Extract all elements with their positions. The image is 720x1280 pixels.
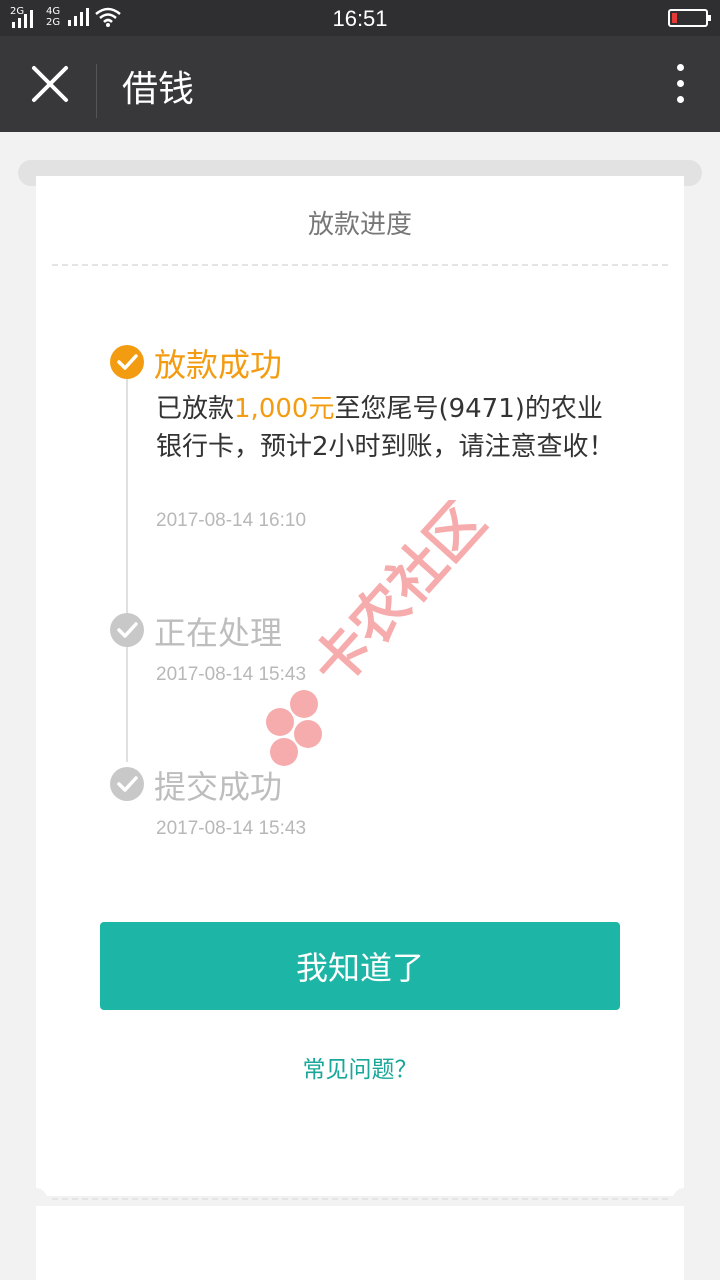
battery-level [672,13,677,23]
step-title-submitted: 提交成功 [154,768,283,806]
nav-divider [96,64,97,118]
step-description-disbursed: 已放款1,000元至您尾号(9471)的农业银行卡，预计2小时到账，请注意查收！ [156,390,616,466]
loan-amount: 1,000元 [234,394,335,424]
next-card [36,1198,684,1280]
card-divider-bottom [52,1198,668,1200]
check-circle-icon [109,766,145,802]
battery-low-icon [668,9,711,27]
status-bar: 2G 4G 2G 16:51 [0,0,720,36]
nav-bar: 借钱 [0,36,720,132]
check-circle-icon-active [109,344,145,380]
status-time: 16:51 [332,6,388,31]
timeline-line [126,378,128,762]
step-time-disbursed: 2017-08-14 16:10 [156,510,307,531]
page-title: 借钱 [122,69,195,110]
loan-progress-card: 放款进度 放款成功 已放款1,000元至您尾号(9471)的农业银行卡，预计2小… [36,176,684,1196]
card-divider [52,264,668,266]
more-vertical-icon[interactable] [672,64,688,108]
step-title-disbursed: 放款成功 [154,346,283,384]
desc-prefix: 已放款 [156,394,235,424]
check-circle-icon [109,612,145,648]
close-icon[interactable] [28,62,72,106]
card-title: 放款进度 [307,210,412,240]
step-time-processing: 2017-08-14 15:43 [156,664,307,685]
step-time-submitted: 2017-08-14 15:43 [156,818,307,839]
got-it-button[interactable]: 我知道了 [100,922,620,1010]
faq-link[interactable]: 常见问题？ [36,1050,684,1084]
step-title-processing: 正在处理 [154,614,283,652]
